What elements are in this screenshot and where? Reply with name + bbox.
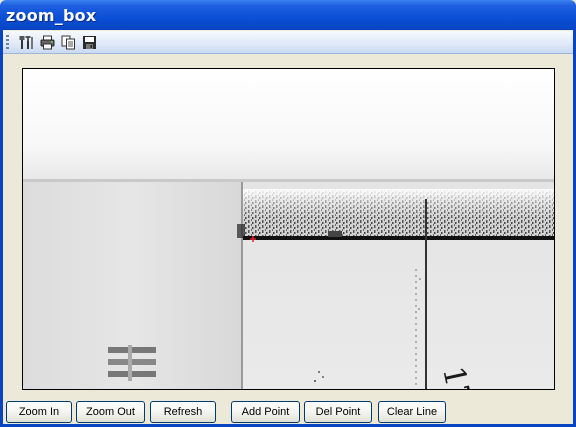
vertical-fold-line — [241, 182, 243, 389]
toolbar-grip[interactable] — [6, 35, 9, 49]
toolbar — [3, 31, 573, 54]
del-point-button[interactable]: Del Point — [304, 401, 372, 423]
clear-line-button[interactable]: Clear Line — [378, 401, 446, 423]
stamp-mark — [128, 345, 132, 381]
client-area: 174 — [3, 54, 573, 400]
paper-edge-line — [23, 179, 554, 182]
window-title: zoom_box — [6, 6, 97, 25]
button-bar: Zoom In Zoom Out Refresh Add Point Del P… — [3, 400, 573, 424]
line-blot — [328, 231, 342, 237]
refresh-button[interactable]: Refresh — [150, 401, 216, 423]
zoom-image-panel[interactable]: 174 — [22, 68, 555, 390]
scanned-document-image[interactable]: 174 — [23, 69, 554, 389]
save-icon[interactable] — [81, 34, 97, 50]
vertical-ruled-line — [425, 199, 427, 389]
zoom-box-window: zoom_box Zoom In Zoom Out Refresh Add Po… — [0, 0, 576, 427]
horizontal-ruled-line — [243, 236, 554, 240]
title-bar[interactable]: zoom_box — [0, 0, 576, 30]
tools-icon[interactable] — [18, 34, 34, 50]
ink-speckle-fade — [243, 189, 554, 219]
zoom-out-button[interactable]: Zoom Out — [76, 401, 145, 423]
zoom-in-button[interactable]: Zoom In — [6, 401, 72, 423]
top-margin-region — [23, 69, 554, 181]
copy-icon[interactable] — [60, 34, 76, 50]
add-point-button[interactable]: Add Point — [231, 401, 300, 423]
print-icon[interactable] — [39, 34, 55, 50]
ink-blot — [237, 224, 245, 238]
left-paper-region — [23, 182, 242, 389]
